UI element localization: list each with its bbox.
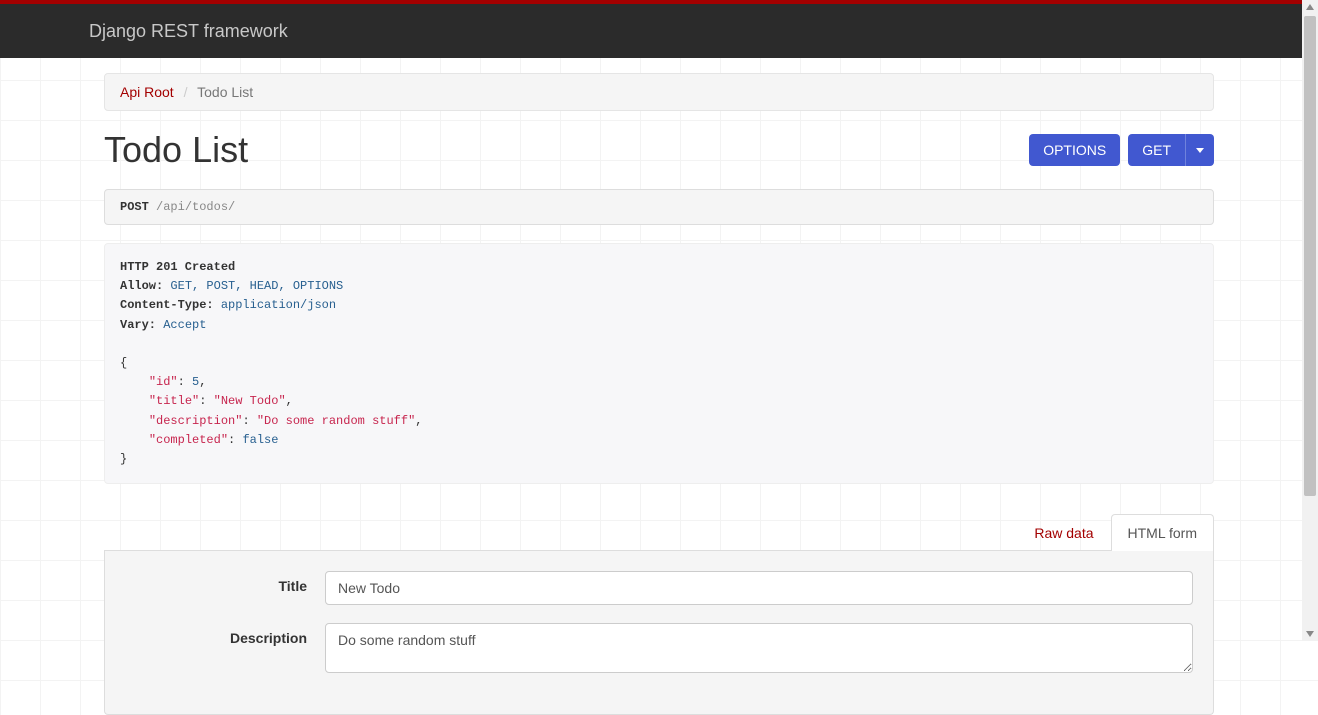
breadcrumb: Api Root / Todo List <box>104 73 1214 111</box>
scrollbar-thumb[interactable] <box>1304 16 1316 496</box>
title-label: Title <box>125 571 325 594</box>
response-body-description: Do some random stuff <box>264 414 408 428</box>
form-panel: Title Description Do some random stuff <box>104 551 1214 715</box>
tab-html-form[interactable]: HTML form <box>1111 514 1214 551</box>
scrollbar[interactable] <box>1302 0 1318 641</box>
request-line: POST /api/todos/ <box>104 189 1214 225</box>
options-button[interactable]: OPTIONS <box>1029 134 1120 166</box>
response-status: HTTP 201 Created <box>120 260 235 274</box>
response-header-vary: Accept <box>163 318 206 332</box>
get-dropdown-toggle[interactable] <box>1185 134 1214 166</box>
chevron-down-icon <box>1196 148 1204 153</box>
breadcrumb-separator: / <box>178 84 194 100</box>
brand-link[interactable]: Django REST framework <box>89 21 288 41</box>
tab-raw-data[interactable]: Raw data <box>1017 514 1110 551</box>
response-body-title: New Todo <box>221 394 279 408</box>
navbar: Django REST framework <box>0 4 1318 58</box>
response-panel: HTTP 201 Created Allow: GET, POST, HEAD,… <box>104 243 1214 484</box>
get-button[interactable]: GET <box>1128 134 1185 166</box>
action-buttons: OPTIONS GET <box>1029 134 1214 166</box>
request-method: POST <box>120 200 149 214</box>
get-button-group: GET <box>1128 134 1214 166</box>
breadcrumb-root-link[interactable]: Api Root <box>120 84 174 100</box>
page-title: Todo List <box>104 129 248 171</box>
request-seg-0: api <box>163 200 185 214</box>
breadcrumb-current: Todo List <box>197 84 253 100</box>
description-label: Description <box>125 623 325 646</box>
response-header-content-type: application/json <box>221 298 336 312</box>
scrollbar-down-icon[interactable] <box>1306 631 1314 637</box>
request-seg-1: todos <box>192 200 228 214</box>
scrollbar-up-icon[interactable] <box>1306 4 1314 10</box>
title-input[interactable] <box>325 571 1193 605</box>
description-textarea[interactable]: Do some random stuff <box>325 623 1193 673</box>
response-header-allow: GET, POST, HEAD, OPTIONS <box>170 279 343 293</box>
form-tabs: Raw data HTML form <box>104 514 1214 551</box>
response-body-completed: false <box>242 433 278 447</box>
